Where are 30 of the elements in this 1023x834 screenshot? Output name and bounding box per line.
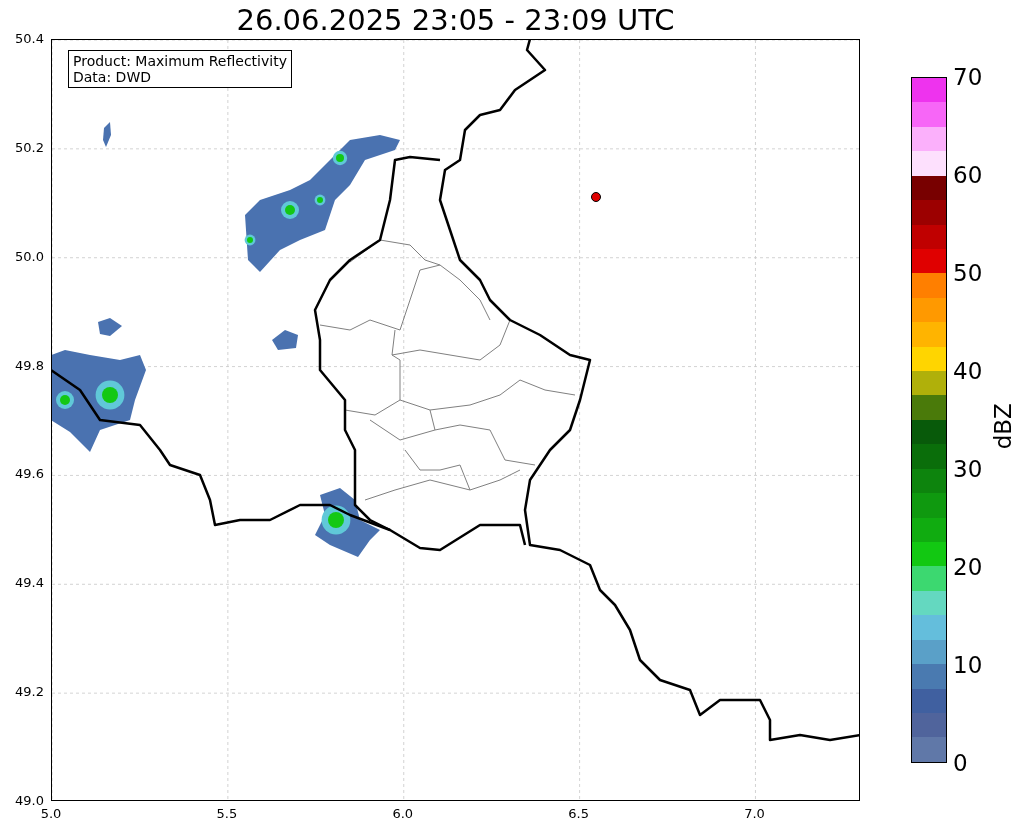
colorbar-tick-label: 20 xyxy=(953,554,983,580)
y-tick-label: 49.4 xyxy=(14,575,44,592)
colorbar-tick-label: 30 xyxy=(953,456,983,482)
colorbar-tick-label: 50 xyxy=(953,260,983,286)
colorbar-tick-label: 40 xyxy=(953,358,983,384)
radar-echo xyxy=(103,122,111,147)
y-tick-label: 49.0 xyxy=(14,793,44,809)
y-tick-label: 50.2 xyxy=(14,139,44,156)
y-tick-label: 49.2 xyxy=(14,684,44,701)
colorbar-tick-label: 60 xyxy=(953,162,983,188)
colorbar-label: dBZ xyxy=(990,401,1016,451)
info-text: Product: Maximum Reflectivity xyxy=(73,53,287,69)
x-tick-label: 6.0 xyxy=(391,806,415,822)
x-tick-label: 6.5 xyxy=(567,806,590,822)
colorbar-tick-label: 0 xyxy=(953,750,968,776)
y-tick-label: 49.6 xyxy=(14,466,44,483)
chart-title: 26.06.2025 23:05 - 23:09 UTC xyxy=(235,3,676,37)
location-dot xyxy=(591,192,601,202)
info-text: Data: DWD xyxy=(73,69,152,85)
x-tick-label: 7.0 xyxy=(743,806,766,822)
colorbar-tick-label: 70 xyxy=(953,64,983,90)
y-tick-label: 50.4 xyxy=(14,31,44,47)
x-tick-label: 5.0 xyxy=(39,806,63,822)
y-tick-label: 49.8 xyxy=(14,357,44,374)
radar-echo xyxy=(315,488,380,557)
colorbar-tick-label: 10 xyxy=(953,652,983,678)
y-tick-label: 50.0 xyxy=(14,248,44,265)
x-tick-label: 5.5 xyxy=(215,806,239,822)
radar-echo xyxy=(98,318,122,336)
radar-echo xyxy=(272,330,298,350)
